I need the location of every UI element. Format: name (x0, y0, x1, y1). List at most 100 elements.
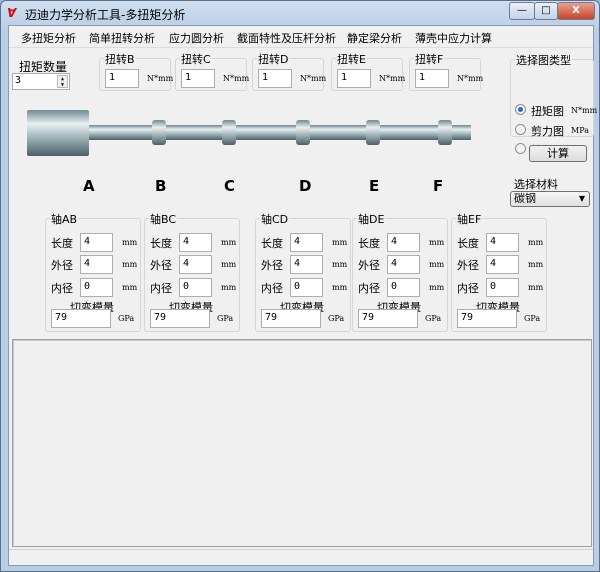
point-label-B: B (155, 177, 167, 195)
outer-input[interactable]: 4 (290, 255, 323, 274)
torque-label: 扭转C (180, 51, 212, 67)
torque-label: 扭转F (414, 51, 445, 67)
chevron-down-icon: ▼ (578, 194, 585, 203)
torque-group-3: 扭转E 1 N*mm (331, 51, 405, 91)
outer-label: 外径 (51, 259, 73, 272)
inner-input[interactable]: 0 (290, 278, 323, 297)
mm-unit: mm (221, 260, 237, 269)
inner-input[interactable]: 0 (387, 278, 420, 297)
torque-count-value: 3 (15, 75, 22, 86)
shaft-title: 轴BC (149, 211, 178, 227)
torque-input[interactable]: 1 (258, 69, 292, 88)
inner-label: 内径 (358, 282, 380, 295)
close-button[interactable]: X (557, 2, 595, 20)
length-label: 长度 (261, 237, 283, 250)
gpa-unit: GPa (524, 314, 541, 323)
outer-input[interactable]: 4 (80, 255, 113, 274)
menu-multi-torque[interactable]: 多扭矩分析 (21, 30, 76, 46)
radio-button[interactable] (515, 143, 526, 154)
outer-label: 外径 (261, 259, 283, 272)
inner-label: 内径 (51, 282, 73, 295)
option-label: 扭矩图 (531, 105, 564, 118)
app-logo-icon: Ɐ (7, 6, 17, 20)
inner-input[interactable]: 0 (80, 278, 113, 297)
torque-group-2: 扭转D 1 N*mm (252, 51, 327, 91)
mm-unit: mm (221, 238, 237, 247)
length-input[interactable]: 4 (290, 233, 323, 252)
output-area (12, 339, 592, 547)
inner-input[interactable]: 0 (486, 278, 519, 297)
modulus-input[interactable]: 79 (358, 309, 418, 328)
torque-input[interactable]: 1 (105, 69, 139, 88)
menu-section-properties[interactable]: 截面特性及压杆分析 (237, 30, 336, 46)
mm-unit: mm (332, 260, 348, 269)
radio-button[interactable] (515, 124, 526, 135)
shaft-title: 轴CD (260, 211, 290, 227)
material-value: 碳钢 (514, 192, 536, 205)
mm-unit: mm (429, 238, 445, 247)
outer-input[interactable]: 4 (179, 255, 212, 274)
length-input[interactable]: 4 (80, 233, 113, 252)
calculate-button[interactable]: 计算 (529, 145, 587, 162)
maximize-button[interactable]: □ (534, 2, 558, 20)
chart-type-option-0[interactable]: 扭矩图 N*mm (515, 103, 597, 118)
status-bar (9, 549, 593, 565)
client-area: 多扭矩分析 简单扭转分析 应力圆分析 截面特性及压杆分析 静定梁分析 薄壳中应力… (8, 25, 597, 566)
gpa-unit: GPa (217, 314, 234, 323)
inner-label: 内径 (150, 282, 172, 295)
torque-input[interactable]: 1 (337, 69, 371, 88)
material-select[interactable]: 碳钢 ▼ (510, 191, 590, 207)
chart-type-label: 选择图类型 (515, 52, 572, 68)
radio-button[interactable] (515, 104, 526, 115)
menu-static-beam[interactable]: 静定梁分析 (347, 30, 402, 46)
mm-unit: mm (122, 238, 138, 247)
shaft-title: 轴DE (357, 211, 386, 227)
length-input[interactable]: 4 (387, 233, 420, 252)
modulus-input[interactable]: 79 (457, 309, 517, 328)
torque-input[interactable]: 1 (415, 69, 449, 88)
length-input[interactable]: 4 (179, 233, 212, 252)
mm-unit: mm (221, 283, 237, 292)
outer-input[interactable]: 4 (486, 255, 519, 274)
window-title: 迈迪力学分析工具-多扭矩分析 (25, 8, 186, 22)
modulus-input[interactable]: 79 (150, 309, 210, 328)
outer-input[interactable]: 4 (387, 255, 420, 274)
shaft-group-3: 轴DE 长度 4 mm 外径 4 mm 内径 0 mm 切变模量 79 GPa (352, 211, 448, 332)
torque-unit: N*mm (147, 74, 174, 83)
torque-input[interactable]: 1 (181, 69, 215, 88)
mm-unit: mm (528, 260, 544, 269)
point-label-A: A (83, 177, 95, 195)
option-label: 剪力图 (531, 125, 564, 138)
length-label: 长度 (150, 237, 172, 250)
chart-type-option-1[interactable]: 剪力图 MPa (515, 123, 593, 138)
inner-input[interactable]: 0 (179, 278, 212, 297)
modulus-input[interactable]: 79 (261, 309, 321, 328)
menu-simple-torsion[interactable]: 简单扭转分析 (89, 30, 155, 46)
shaft-group-1: 轴BC 长度 4 mm 外径 4 mm 内径 0 mm 切变模量 79 GPa (144, 211, 240, 332)
gpa-unit: GPa (425, 314, 442, 323)
option-unit: MPa (571, 126, 589, 135)
menu-thin-shell[interactable]: 薄壳中应力计算 (415, 30, 492, 46)
torque-unit: N*mm (457, 74, 484, 83)
outer-label: 外径 (358, 259, 380, 272)
torque-unit: N*mm (300, 74, 327, 83)
modulus-input[interactable]: 79 (51, 309, 111, 328)
app-window: Ɐ 迈迪力学分析工具-多扭矩分析 — □ X 多扭矩分析 简单扭转分析 应力圆分… (0, 0, 600, 572)
torque-count-spinner[interactable]: 3 ▲ ▼ (12, 73, 70, 90)
spinner-arrows-icon[interactable]: ▲ ▼ (57, 75, 68, 88)
torque-group-1: 扭转C 1 N*mm (175, 51, 249, 91)
gpa-unit: GPa (118, 314, 135, 323)
shaft-group-4: 轴EF 长度 4 mm 外径 4 mm 内径 0 mm 切变模量 79 GPa (451, 211, 547, 332)
torque-label: 扭转E (336, 51, 367, 67)
material-label: 选择材料 (514, 178, 558, 191)
torque-label: 扭转B (104, 51, 136, 67)
length-input[interactable]: 4 (486, 233, 519, 252)
shaft-diagram (27, 110, 471, 156)
shaft-title: 轴EF (456, 211, 483, 227)
point-label-D: D (299, 177, 312, 195)
shaft-title: 轴AB (50, 211, 79, 227)
mm-unit: mm (528, 283, 544, 292)
mm-unit: mm (528, 238, 544, 247)
minimize-button[interactable]: — (509, 2, 535, 20)
menu-stress-circle[interactable]: 应力圆分析 (169, 30, 224, 46)
